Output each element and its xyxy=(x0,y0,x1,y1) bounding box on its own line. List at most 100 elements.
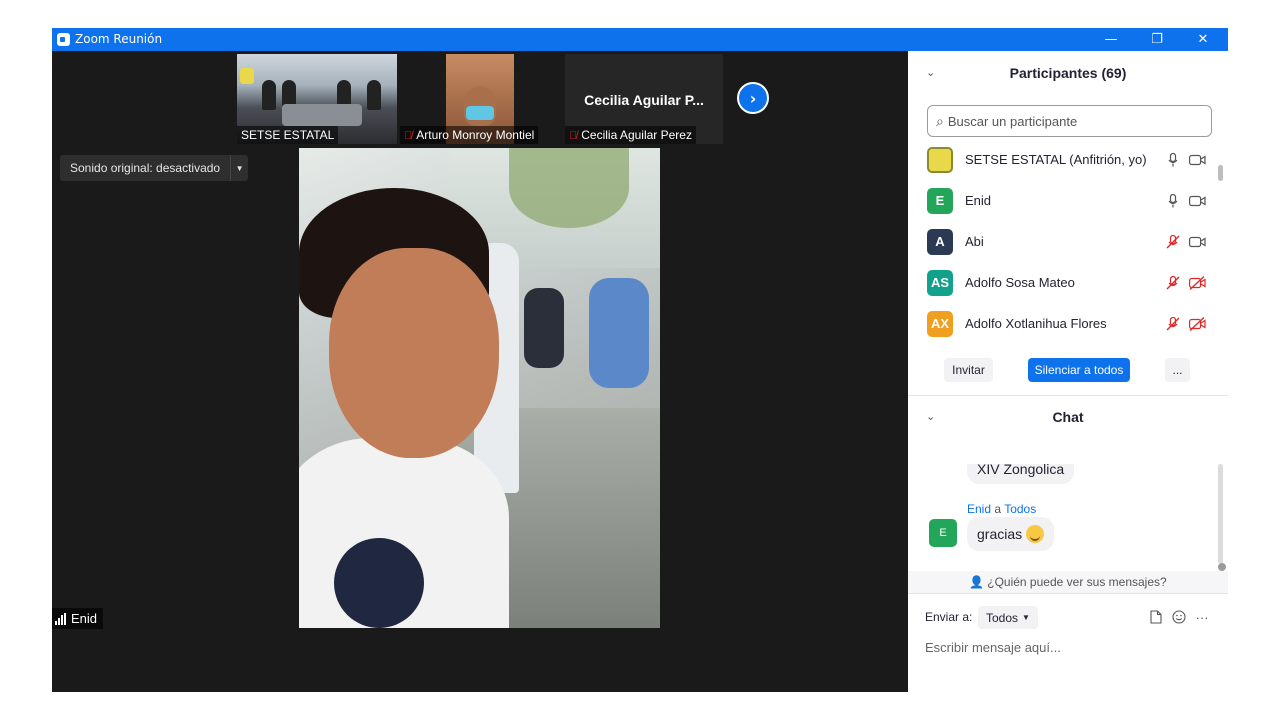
video-subject xyxy=(329,248,499,458)
restore-button[interactable]: ❐ xyxy=(1134,28,1180,51)
zoom-window: Zoom Reunión — ❐ ✕ SETSE ESTATAL 🎙̸ Artur… xyxy=(52,28,1228,692)
thumbnail-label-arturo: 🎙̸ Arturo Monroy Montiel xyxy=(400,126,539,144)
who-can-see-link[interactable]: 👤 ¿Quién puede ver sus mensajes? xyxy=(908,571,1228,593)
chat-more-button[interactable]: ··· xyxy=(1193,608,1211,626)
person-shape xyxy=(262,80,276,110)
participant-search[interactable]: ⌕ xyxy=(927,105,1212,137)
chevron-right-icon: › xyxy=(749,88,757,108)
video-icon[interactable] xyxy=(1188,193,1206,209)
participant-search-input[interactable] xyxy=(947,113,1188,129)
participant-row[interactable]: SETSE ESTATAL (Anfitrión, yo) xyxy=(908,139,1220,180)
window-title: Zoom Reunión xyxy=(75,32,163,46)
file-icon[interactable] xyxy=(1147,608,1165,626)
title-bar: Zoom Reunión — ❐ ✕ xyxy=(52,28,1228,51)
chat-message-input[interactable] xyxy=(925,635,1215,659)
mic-muted-icon: 🎙̸ xyxy=(569,130,578,142)
participants-scrollbar[interactable] xyxy=(1218,165,1223,365)
participants-header: ⌄ Participantes (69) xyxy=(908,59,1228,87)
active-speaker-video xyxy=(299,148,660,628)
close-button[interactable]: ✕ xyxy=(1180,28,1226,51)
avatar xyxy=(927,146,953,173)
divider xyxy=(908,593,1228,594)
who-can-see-text: ¿Quién puede ver sus mensajes? xyxy=(987,575,1167,589)
original-sound-label: Sonido original: desactivado xyxy=(70,161,221,175)
thumbnail-cecilia-aguilar[interactable]: Cecilia Aguilar P... 🎙̸ Cecilia Aguilar P… xyxy=(565,54,723,144)
send-to-label: Enviar a: xyxy=(925,610,973,624)
video-off-icon[interactable] xyxy=(1188,275,1206,291)
send-to-dropdown[interactable]: Todos ▼ xyxy=(978,606,1038,629)
chat-recipient[interactable]: Todos xyxy=(1004,502,1036,516)
participants-title: Participantes (69) xyxy=(1009,65,1127,81)
caret-down-icon[interactable]: ▼ xyxy=(230,155,248,181)
scrollbar-handle[interactable] xyxy=(1218,563,1226,571)
chat-sender-line: Enid a Todos xyxy=(967,502,1036,516)
avatar: E xyxy=(927,187,953,214)
video-icon[interactable] xyxy=(1188,234,1206,250)
thumbnail-display-name: Cecilia Aguilar P... xyxy=(584,92,704,108)
chat-avatar: E xyxy=(929,519,957,547)
active-speaker-name: Enid xyxy=(71,611,98,626)
zoom-logo-icon xyxy=(57,33,70,46)
chat-message-text: gracias xyxy=(977,526,1023,542)
chat-sender-name[interactable]: Enid xyxy=(967,502,991,516)
avatar: A xyxy=(927,228,953,255)
chat-message-text: XIV Zongolica xyxy=(977,464,1065,477)
chat-messages: XIV Zongolica xyxy=(908,464,1228,574)
avatar: AS xyxy=(927,269,953,296)
scrollbar-thumb[interactable] xyxy=(1218,464,1223,564)
send-to-value: Todos xyxy=(986,610,1019,625)
chevron-down-icon[interactable]: ⌄ xyxy=(926,403,935,431)
next-page-button[interactable]: › xyxy=(737,82,769,114)
participant-name: Abi xyxy=(965,234,984,249)
invite-button[interactable]: Invitar xyxy=(944,358,993,382)
video-background xyxy=(589,278,649,388)
mic-muted-icon: 🎙̸ xyxy=(404,130,413,142)
chat-header: ⌄ Chat xyxy=(908,403,1228,431)
participant-name: Adolfo Sosa Mateo xyxy=(965,275,1075,290)
original-sound-toggle[interactable]: Sonido original: desactivado ▼ xyxy=(60,155,249,181)
mute-all-button[interactable]: Silenciar a todos xyxy=(1028,358,1130,382)
participant-row[interactable]: E Enid xyxy=(908,180,1220,221)
chevron-down-icon[interactable]: ⌄ xyxy=(926,59,935,87)
mic-icon[interactable] xyxy=(1166,152,1180,168)
chat-bubble: gracias xyxy=(967,517,1055,551)
video-subject xyxy=(334,538,424,628)
chevron-down-icon: ▼ xyxy=(1022,613,1030,622)
participants-more-button[interactable]: ... xyxy=(1165,358,1190,382)
participant-name: Enid xyxy=(965,193,992,208)
thumbnail-name: Arturo Monroy Montiel xyxy=(416,128,535,142)
chat-title: Chat xyxy=(1052,409,1084,425)
video-icon[interactable] xyxy=(1188,152,1206,168)
chat-bubble: XIV Zongolica xyxy=(967,464,1075,484)
person-shape xyxy=(367,80,381,110)
video-background xyxy=(509,148,629,228)
mic-muted-icon[interactable] xyxy=(1166,275,1180,291)
mic-muted-icon[interactable] xyxy=(1166,316,1180,332)
person-lock-icon: 👤 xyxy=(969,575,985,589)
scrollbar-thumb[interactable] xyxy=(1218,165,1223,181)
thumbnail-name: Cecilia Aguilar Perez xyxy=(581,128,692,142)
chat-sender-connector: a xyxy=(994,502,1002,516)
participant-row[interactable]: A Abi xyxy=(908,221,1220,262)
thumbnail-label: SETSE ESTATAL xyxy=(237,126,339,144)
avatar: AX xyxy=(927,310,953,337)
mic-muted-icon[interactable] xyxy=(1166,234,1180,250)
side-panel: ⌄ Participantes (69) ⌕ SETSE ESTATAL (An… xyxy=(908,51,1228,692)
participant-row[interactable]: AX Adolfo Xotlanihua Flores xyxy=(908,303,1220,344)
video-off-icon[interactable] xyxy=(1188,316,1206,332)
thumbnail-setse-estatal[interactable]: SETSE ESTATAL xyxy=(237,54,397,144)
mask-shape xyxy=(466,106,494,120)
video-background xyxy=(524,288,564,368)
table-shape xyxy=(282,104,362,126)
thumbnail-label-cecilia: 🎙̸ Cecilia Aguilar Perez xyxy=(565,126,696,144)
minimize-button[interactable]: — xyxy=(1088,28,1134,51)
setse-logo-icon xyxy=(240,68,254,84)
emoji-icon[interactable] xyxy=(1170,608,1188,626)
participant-row[interactable]: AS Adolfo Sosa Mateo xyxy=(908,262,1220,303)
participant-name: SETSE ESTATAL (Anfitrión, yo) xyxy=(965,152,1147,167)
active-speaker-label: Enid xyxy=(52,608,104,629)
mic-icon[interactable] xyxy=(1166,193,1180,209)
smiley-emoji-icon xyxy=(1026,525,1045,543)
participant-name: Adolfo Xotlanihua Flores xyxy=(965,316,1107,331)
chat-scrollbar[interactable] xyxy=(1218,464,1226,571)
